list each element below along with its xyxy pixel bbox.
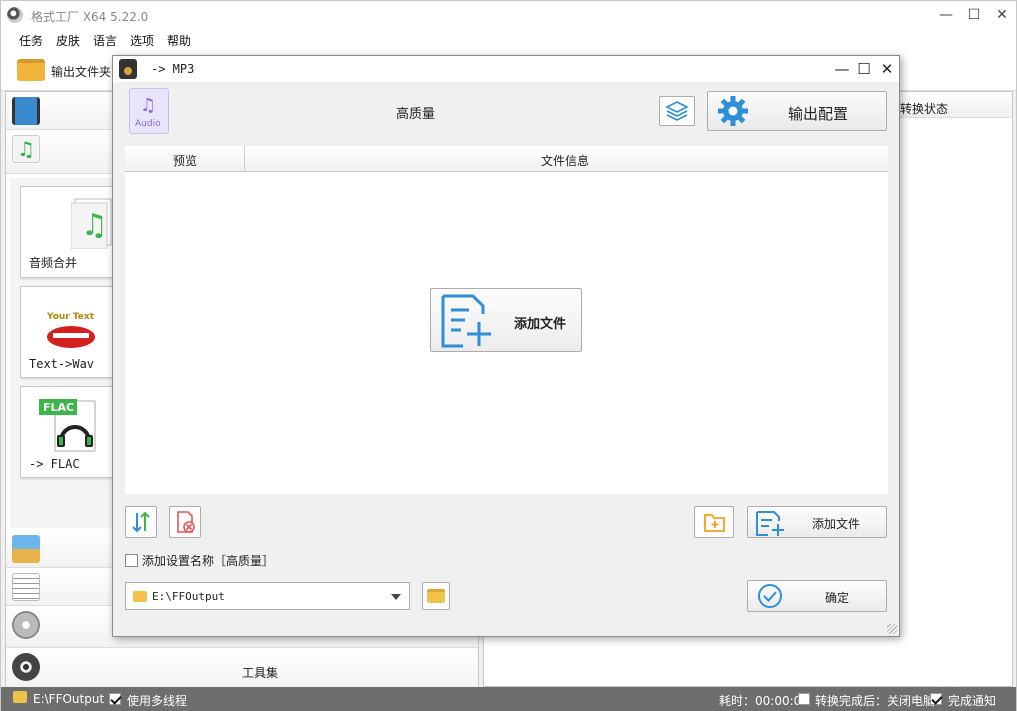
status-bar: E:\FFOutput 使用多线程 耗时：00:00:00 转换完成后：关闭电脑… xyxy=(1,687,1016,711)
flac-headphones-icon: FLAC xyxy=(39,399,96,452)
column-separator xyxy=(244,146,245,172)
add-setting-name-checkbox[interactable] xyxy=(125,554,138,567)
toolset-label: 工具集 xyxy=(242,666,279,680)
layers-icon xyxy=(665,101,689,121)
svg-text:Your Text: Your Text xyxy=(46,312,95,322)
status-column-header[interactable]: 转换状态 xyxy=(900,100,948,117)
multithread-checkbox[interactable] xyxy=(109,692,121,706)
file-info-column-header[interactable]: 文件信息 xyxy=(541,152,589,169)
close-icon[interactable]: ✕ xyxy=(990,5,1014,25)
output-folder-label: 输出文件夹 xyxy=(51,65,112,79)
output-path-select[interactable]: E:\FFOutput xyxy=(125,582,410,610)
maximize-icon[interactable]: ☐ xyxy=(962,5,986,25)
file-list-header: 预览 文件信息 xyxy=(125,146,888,172)
film-reel-icon xyxy=(12,653,40,681)
title-bar: 格式工厂 X64 5.22.0 — ☐ ✕ xyxy=(1,1,1016,29)
output-config-label: 输出配置 xyxy=(788,105,849,123)
dialog-title-bar: -> MP3 — ☐ ✕ xyxy=(113,56,899,82)
dialog-title: -> MP3 xyxy=(151,62,195,76)
folder-small-icon xyxy=(13,691,27,703)
tool-audio-merge-label: 音频合并 xyxy=(29,256,78,270)
quality-label: 高质量 xyxy=(396,107,436,122)
add-file-button[interactable]: 添加文件 xyxy=(747,506,887,538)
menu-bar: 任务 皮肤 语言 选项 帮助 xyxy=(1,29,1016,51)
add-file-center-button[interactable]: 添加文件 xyxy=(430,288,582,352)
notify-checkbox[interactable] xyxy=(930,692,942,706)
music-note-icon: ♫ xyxy=(140,95,157,116)
minimize-icon[interactable]: — xyxy=(934,5,958,25)
tool-text-to-wav-label: Text->Wav xyxy=(29,357,95,371)
output-config-button[interactable]: 输出配置 xyxy=(707,91,887,131)
app-title: 格式工厂 X64 5.22.0 xyxy=(31,10,149,24)
menu-task[interactable]: 任务 xyxy=(19,32,43,49)
notify-label: 完成通知 xyxy=(948,694,997,708)
audio-merge-icon: ♫ xyxy=(71,198,112,249)
tool-to-flac-label: -> FLAC xyxy=(29,457,80,471)
menu-help[interactable]: 帮助 xyxy=(167,32,191,49)
add-file-icon xyxy=(441,294,491,348)
delete-file-icon xyxy=(177,511,195,533)
layers-button[interactable] xyxy=(659,96,695,126)
file-list-table[interactable]: 预览 文件信息 添加文件 xyxy=(125,146,888,494)
add-setting-name-row[interactable]: 添加设置名称［高质量］ xyxy=(125,552,274,569)
ok-label: 确定 xyxy=(825,591,850,605)
document-pencil-icon xyxy=(12,573,40,601)
ok-button[interactable]: 确定 xyxy=(747,580,887,612)
dialog-minimize-icon[interactable]: — xyxy=(831,58,853,80)
elapsed-time: 耗时：00:00:00 xyxy=(719,694,809,708)
menu-language[interactable]: 语言 xyxy=(93,32,117,49)
tool-text-to-wav[interactable]: Your Text Text->Wav xyxy=(20,286,116,378)
after-convert-label: 转换完成后：关闭电脑 xyxy=(815,694,936,708)
lips-text-icon: Your Text xyxy=(46,312,95,348)
tool-to-flac[interactable]: FLAC -> FLAC xyxy=(20,386,116,478)
landscape-image-icon xyxy=(12,535,40,563)
sort-button[interactable] xyxy=(125,506,157,538)
watermark-url: luyouqi.com xyxy=(929,678,985,688)
add-folder-icon xyxy=(704,514,725,532)
music-note-icon: ♫ xyxy=(12,135,40,163)
remove-file-button[interactable] xyxy=(169,506,201,538)
preview-column-header[interactable]: 预览 xyxy=(173,152,197,169)
convert-dialog: -> MP3 — ☐ ✕ ♫ Audio 高质量 输出配置 预览 文件信息 添加… xyxy=(112,55,900,637)
audio-format-icon: ♫ Audio xyxy=(129,88,169,134)
menu-skin[interactable]: 皮肤 xyxy=(56,32,80,49)
add-file-center-label: 添加文件 xyxy=(514,317,567,332)
browse-folder-button[interactable] xyxy=(422,582,450,610)
sort-arrows-icon xyxy=(132,511,150,533)
audio-badge-label: Audio xyxy=(135,119,161,129)
folder-icon xyxy=(427,589,445,603)
shutdown-checkbox[interactable] xyxy=(798,692,810,706)
add-file-label: 添加文件 xyxy=(812,517,861,531)
resize-grip[interactable] xyxy=(887,624,897,634)
add-setting-name-label: 添加设置名称［高质量］ xyxy=(142,554,275,568)
dialog-close-icon[interactable]: ✕ xyxy=(876,58,898,80)
multithread-label: 使用多线程 xyxy=(127,694,188,708)
add-file-icon xyxy=(756,511,784,536)
check-circle-icon xyxy=(758,584,782,608)
mp3-format-icon xyxy=(119,59,137,79)
menu-options[interactable]: 选项 xyxy=(130,32,154,49)
dialog-maximize-icon[interactable]: ☐ xyxy=(853,58,875,80)
gear-icon xyxy=(718,96,748,126)
disc-icon xyxy=(12,611,40,639)
output-path-value: E:\FFOutput xyxy=(152,590,225,603)
app-logo-icon xyxy=(7,7,23,23)
tool-audio-merge[interactable]: ♫ 音频合并 xyxy=(20,186,116,278)
output-folder-button[interactable]: 输出文件夹 xyxy=(11,55,111,87)
status-output-path[interactable]: E:\FFOutput xyxy=(33,692,104,706)
svg-text:♫: ♫ xyxy=(81,208,108,243)
add-folder-button[interactable] xyxy=(694,506,734,538)
film-strip-icon xyxy=(12,97,40,125)
folder-icon xyxy=(133,591,147,602)
folder-icon xyxy=(17,59,45,81)
chevron-down-icon xyxy=(391,594,401,600)
svg-text:FLAC: FLAC xyxy=(43,401,74,414)
